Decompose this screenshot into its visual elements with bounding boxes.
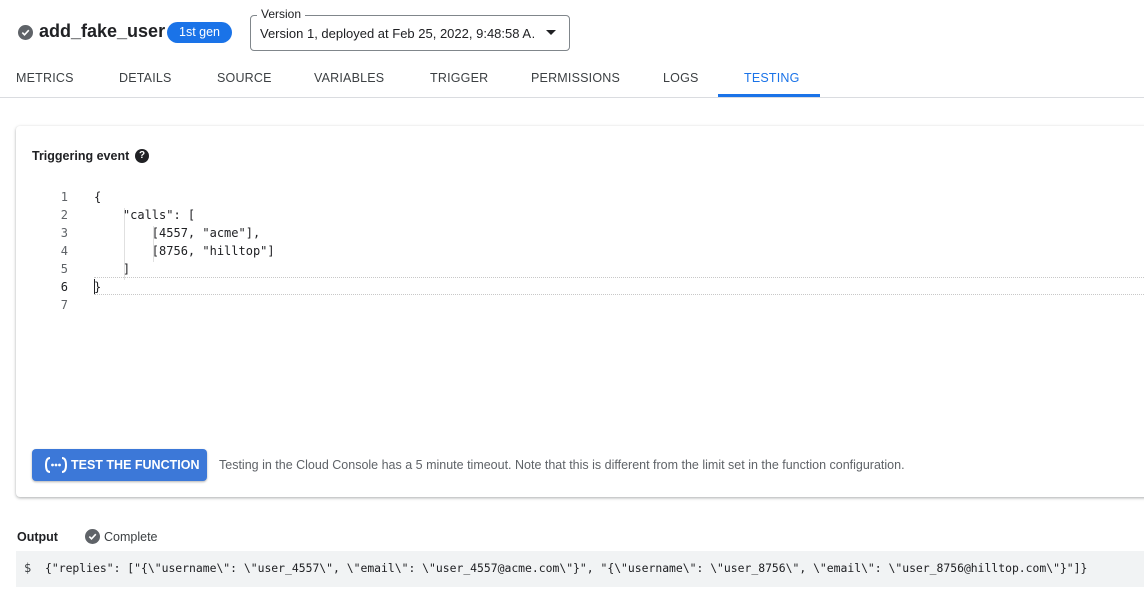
- code-line: "calls": [: [94, 208, 196, 222]
- tab-trigger[interactable]: TRIGGER: [430, 62, 488, 97]
- check-circle-icon: [85, 529, 100, 544]
- tab-logs[interactable]: LOGS: [663, 62, 699, 97]
- output-label: Output: [17, 530, 58, 544]
- line-number: 2: [60, 208, 68, 222]
- tab-metrics[interactable]: METRICS: [16, 62, 74, 97]
- line-number: 6: [60, 280, 68, 294]
- console-prompt: $: [24, 561, 32, 575]
- version-label: Version: [257, 7, 306, 21]
- tab-source[interactable]: SOURCE: [217, 62, 272, 97]
- function-icon: [44, 457, 68, 473]
- code-line: [4557, "acme"],: [94, 226, 261, 240]
- active-tab-indicator: [718, 94, 820, 97]
- version-value: Version 1, deployed at Feb 25, 2022, 9:4…: [260, 26, 535, 41]
- function-name: add_fake_user: [39, 21, 166, 41]
- caret-down-icon: [546, 30, 556, 35]
- tab-permissions[interactable]: PERMISSIONS: [531, 62, 620, 97]
- check-circle-icon: [18, 25, 33, 40]
- test-button-label: TEST THE FUNCTION: [71, 458, 200, 472]
- function-header: add_fake_user 1st gen Version Version 1,…: [0, 0, 1144, 62]
- output-text: {"replies": ["{\"username\": \"user_4557…: [45, 561, 1088, 575]
- tab-testing[interactable]: TESTING: [744, 62, 800, 97]
- test-the-function-button[interactable]: TEST THE FUNCTION: [32, 449, 207, 481]
- testing-card: Triggering event ? 1 2 3 4 5 6 7 { "call…: [16, 126, 1144, 497]
- text-cursor: [94, 279, 95, 294]
- line-number: 1: [60, 190, 68, 204]
- code-line: {: [94, 190, 102, 204]
- output-console: $ {"replies": ["{\"username\": \"user_45…: [16, 551, 1144, 587]
- version-select[interactable]: Version Version 1, deployed at Feb 25, 2…: [250, 7, 570, 51]
- code-line: }: [94, 280, 102, 294]
- help-icon[interactable]: ?: [135, 149, 149, 163]
- tab-details[interactable]: DETAILS: [119, 62, 172, 97]
- gen-badge: 1st gen: [167, 22, 233, 43]
- line-number: 7: [60, 298, 68, 312]
- line-number: 3: [60, 226, 68, 240]
- tab-variables[interactable]: VARIABLES: [314, 62, 384, 97]
- code-line: ]: [94, 262, 131, 276]
- code-editor[interactable]: 1 2 3 4 5 6 7 { "calls": [ [4557, "acme"…: [16, 186, 1144, 316]
- current-line-highlight: [94, 277, 1144, 295]
- tab-bar: METRICS DETAILS SOURCE VARIABLES TRIGGER…: [0, 62, 1144, 98]
- line-number: 5: [60, 262, 68, 276]
- code-line: [8756, "hilltop"]: [94, 244, 275, 258]
- output-status: Complete: [104, 530, 158, 544]
- line-number: 4: [60, 244, 68, 258]
- timeout-note: Testing in the Cloud Console has a 5 min…: [219, 458, 905, 472]
- triggering-event-label: Triggering event: [32, 149, 130, 163]
